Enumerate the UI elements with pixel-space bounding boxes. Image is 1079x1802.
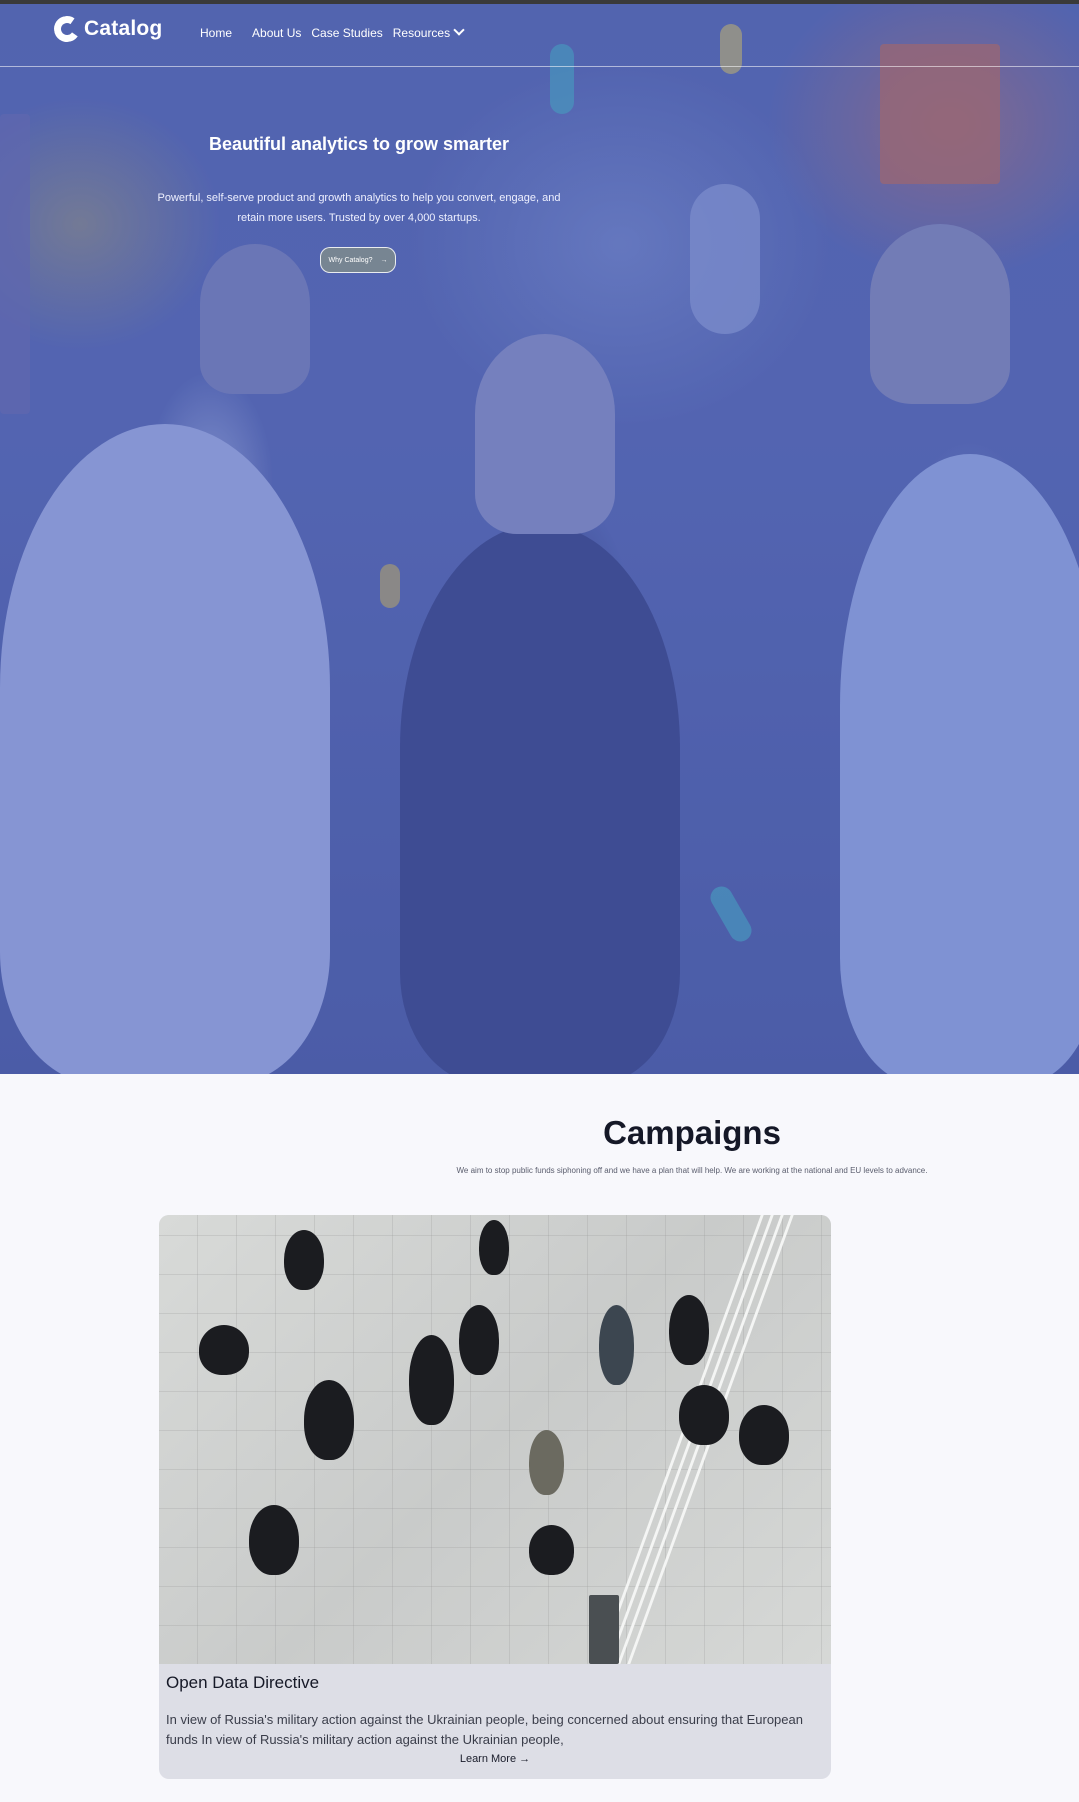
nav-link-resources[interactable]: Resources [392,24,465,40]
person-figure [459,1305,499,1375]
hero-overlay [0,4,1079,1074]
nav-link-home[interactable]: Home [200,26,232,40]
why-catalog-button[interactable]: Why Catalog? → [320,247,396,273]
bollard [589,1595,619,1664]
arrow-right-icon: → [380,256,388,264]
nav-link-resources-label: Resources [392,26,451,40]
why-catalog-label: Why Catalog? [328,256,373,264]
person-figure [529,1525,574,1575]
learn-more-label: Learn More [459,1753,517,1765]
arrow-right-icon: → [519,1753,531,1765]
chevron-down-icon [453,24,465,36]
person-figure [284,1230,324,1290]
person-figure [199,1325,249,1375]
campaign-card: Open Data Directive In view of Russia's … [159,1215,831,1779]
brand-logo[interactable]: Catalog [51,13,163,45]
nav-link-case-studies[interactable]: Case Studies [311,26,382,40]
top-nav: Catalog Home About Us Case Studies Resou… [0,4,1079,67]
person-figure [529,1430,564,1495]
person-figure [739,1405,789,1465]
person-figure [249,1505,299,1575]
campaign-card-image [159,1215,831,1664]
nav-link-about-us[interactable]: About Us [252,26,301,40]
card-text: In view of Russia's military action agai… [166,1712,803,1747]
person-figure [479,1220,509,1275]
person-figure [669,1295,709,1365]
nav-links: Home About Us Case Studies Resources [200,24,465,40]
hero-subtitle: Powerful, self-serve product and growth … [157,192,561,224]
person-figure [679,1385,729,1445]
person-figure [409,1335,454,1425]
hero-section: Beautiful analytics to grow smarter Powe… [0,4,1079,1074]
brand-name: Catalog [84,17,163,40]
campaigns-title: Campaigns [603,1114,781,1151]
campaigns-subtitle: We aim to stop public funds siphoning of… [456,1166,928,1175]
catalog-logo-icon [51,13,83,45]
person-figure [599,1305,634,1385]
card-title: Open Data Directive [166,1673,320,1692]
person-figure [304,1380,354,1460]
learn-more-link[interactable]: Learn More → [159,1753,831,1765]
hero-title: Beautiful analytics to grow smarter [208,134,510,154]
